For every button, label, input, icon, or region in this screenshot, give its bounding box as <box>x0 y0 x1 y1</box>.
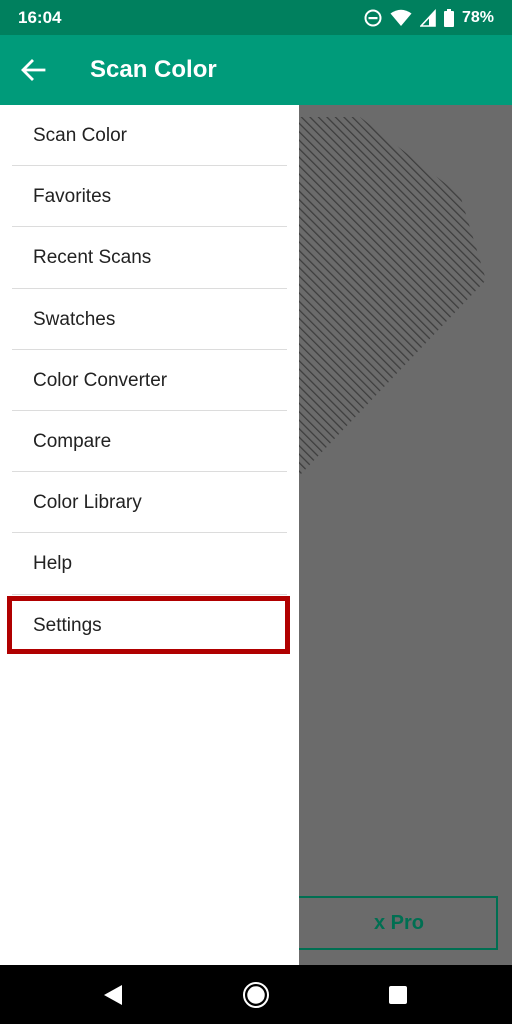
pro-upgrade-label: x Pro <box>373 911 425 934</box>
dnd-icon <box>364 9 382 27</box>
drawer-item-swatches[interactable]: Swatches <box>12 289 287 350</box>
status-bar: 16:04 78% <box>0 0 512 35</box>
drawer-item-label: Compare <box>33 430 112 452</box>
drawer-item-label: Color Converter <box>33 369 168 391</box>
nav-home-icon[interactable] <box>243 982 269 1008</box>
drawer-item-label: Scan Color <box>33 125 127 146</box>
battery-icon <box>443 9 454 27</box>
status-icons: 78% <box>364 7 494 29</box>
drawer-item-recent-scans[interactable]: Recent Scans <box>12 227 287 289</box>
drawer-menu: Scan Color Favorites Recent Scans Swatch… <box>0 105 299 656</box>
signal-icon <box>419 9 436 27</box>
drawer-item-label: Recent Scans <box>33 247 152 269</box>
settings-highlight-box <box>7 596 290 654</box>
drawer-item-label: Color Library <box>33 492 142 514</box>
page-title: Scan Color <box>90 56 217 83</box>
drawer-item-label: Swatches <box>33 308 116 330</box>
nav-recents-icon[interactable] <box>385 982 411 1008</box>
drawer-item-color-library[interactable]: Color Library <box>12 472 287 534</box>
wifi-icon <box>390 9 412 26</box>
navigation-drawer: Scan Color Favorites Recent Scans Swatch… <box>0 105 299 965</box>
battery-percent: 78% <box>461 9 494 26</box>
drawer-item-label: Favorites <box>33 186 112 208</box>
drawer-item-scan-color[interactable]: Scan Color <box>12 105 287 167</box>
back-arrow-icon[interactable] <box>20 57 46 83</box>
drawer-item-label: Help <box>33 553 73 575</box>
drawer-item-color-converter[interactable]: Color Converter <box>12 350 287 411</box>
drawer-item-favorites[interactable]: Favorites <box>12 166 287 228</box>
nav-back-icon[interactable] <box>100 982 126 1008</box>
app-bar: Scan Color <box>0 35 512 105</box>
status-time: 16:04 <box>18 8 62 27</box>
drawer-item-help[interactable]: Help <box>12 533 287 595</box>
system-nav-bar <box>0 965 512 1024</box>
drawer-item-compare[interactable]: Compare <box>12 411 287 473</box>
